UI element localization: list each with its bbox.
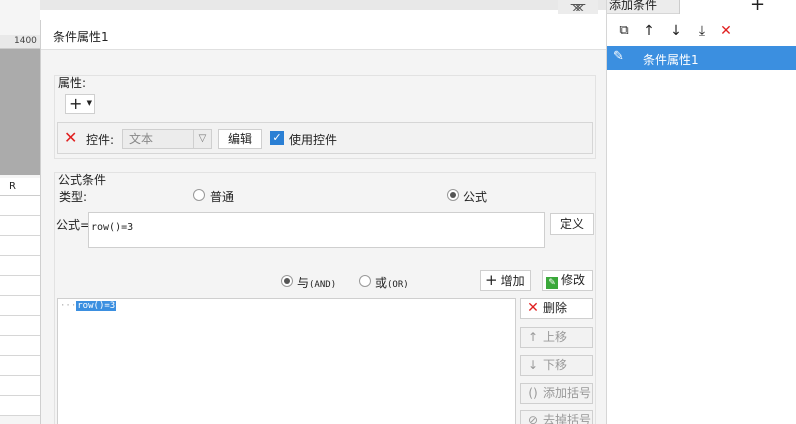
formula-input[interactable]: row()=3 [88, 212, 545, 248]
move-to-bottom-icon[interactable]: ⤓ [693, 22, 711, 40]
delete-label: 删除 [543, 301, 568, 315]
arrow-down-icon: ↓ [527, 358, 539, 372]
grid-row[interactable] [0, 316, 40, 336]
gray-canvas [0, 49, 40, 175]
edit-button[interactable]: 编辑 [218, 129, 262, 149]
type-formula-label[interactable]: 公式 [463, 188, 487, 205]
chevron-down-icon: ▽ [193, 130, 211, 148]
add-condition-button[interactable]: + 增加 [480, 270, 531, 291]
formula-label: 公式= [56, 218, 91, 232]
modify-condition-label: 修改 [561, 273, 586, 287]
right-panel-header: 添加条件 + [607, 0, 796, 15]
add-condition-tab[interactable]: + [679, 0, 796, 15]
close-icon: ✕ [527, 300, 539, 316]
condition-property-dialog: 条件属性1 属性: + ▼ ✕ 控件: 文本 ▽ 编辑 ✓ 使用控件 公式条件 … [40, 20, 607, 424]
and-label[interactable]: 与(AND) [297, 274, 336, 291]
remove-parenthesis-label: 去掉括号 [543, 413, 592, 424]
use-control-label[interactable]: 使用控件 [289, 131, 337, 148]
grid-row[interactable] [0, 216, 40, 236]
modify-condition-button[interactable]: ✎ 修改 [542, 270, 593, 291]
chevron-down-icon: ▼ [86, 99, 92, 107]
column-header-label: R [9, 181, 16, 192]
arrow-up-icon[interactable]: ↑ [640, 22, 658, 40]
grid-row[interactable] [0, 336, 40, 356]
arrow-up-icon: ↑ [527, 330, 539, 344]
type-normal-label[interactable]: 普通 [210, 188, 234, 205]
grid-icon[interactable]: ᚘ [558, 0, 598, 14]
add-parenthesis-label: 添加括号 [543, 386, 592, 400]
control-label: 控件: [86, 133, 115, 147]
add-condition-label: 增加 [500, 274, 525, 288]
type-normal-radio[interactable] [193, 189, 205, 201]
or-text: 或 [375, 276, 388, 290]
or-suffix: (OR) [387, 280, 409, 290]
grid-row[interactable] [0, 296, 40, 316]
ruler: 1400 [0, 35, 40, 49]
type-formula-radio[interactable] [447, 189, 459, 201]
dialog-title-bar: 条件属性1 [41, 20, 607, 50]
formula-group-legend: 公式条件 [58, 173, 107, 187]
arrow-down-icon[interactable]: ↓ [667, 22, 685, 40]
grid-row[interactable] [0, 276, 40, 296]
move-down-label: 下移 [543, 358, 568, 372]
control-type-value: 文本 [129, 132, 154, 146]
property-group-legend: 属性: [58, 76, 87, 90]
delete-button[interactable]: ✕ 删除 [520, 298, 593, 319]
grid-row[interactable] [0, 376, 40, 396]
right-toolbar: ⧉ ↑ ↓ ⤓ ✕ [607, 22, 796, 42]
grid-row[interactable] [0, 256, 40, 276]
control-property-row: ✕ 控件: 文本 ▽ 编辑 ✓ 使用控件 [57, 122, 593, 154]
add-property-button[interactable]: + ▼ [65, 94, 95, 114]
use-control-checkbox[interactable]: ✓ [270, 131, 284, 145]
or-radio[interactable] [359, 275, 371, 287]
sidebar-item-label: 条件属性1 [643, 53, 699, 67]
grid-row[interactable] [0, 196, 40, 216]
column-header[interactable]: R [0, 178, 40, 196]
modify-icon: ✎ [546, 277, 558, 289]
condition-list[interactable]: ···row()=3 [57, 298, 516, 424]
close-icon[interactable]: ✕ [717, 22, 735, 40]
ruler-value: 1400 [14, 36, 37, 46]
grid-row[interactable] [0, 356, 40, 376]
property-group: 属性: + ▼ ✕ 控件: 文本 ▽ 编辑 ✓ 使用控件 [54, 75, 596, 159]
copy-icon[interactable]: ⧉ [615, 22, 633, 40]
pencil-icon: ✎ [613, 49, 624, 64]
grid-row[interactable] [0, 236, 40, 256]
sidebar-item-condition[interactable]: ✎ 条件属性1 [607, 46, 796, 70]
control-type-select[interactable]: 文本 ▽ [122, 129, 212, 149]
grid-row[interactable] [0, 396, 40, 416]
type-label: 类型: [59, 190, 88, 204]
move-down-button[interactable]: ↓ 下移 [520, 355, 593, 376]
define-button[interactable]: 定义 [550, 213, 594, 235]
and-text: 与 [297, 276, 310, 290]
tree-connector: ··· [60, 301, 77, 311]
condition-list-panel: 添加条件 + ⧉ ↑ ↓ ⤓ ✕ ✎ 条件属性1 [606, 0, 796, 424]
plus-icon: + [750, 0, 766, 15]
remove-parenthesis-button[interactable]: ⊘ 去掉括号 [520, 410, 593, 424]
formula-condition-group: 公式条件 类型: 普通 公式 公式= row()=3 定义 与(AND) 或(O… [54, 172, 596, 424]
or-label[interactable]: 或(OR) [375, 274, 409, 291]
plus-icon: + [485, 271, 498, 289]
parenthesis-icon: () [528, 386, 538, 400]
condition-item-text: row()=3 [76, 301, 117, 311]
dialog-title: 条件属性1 [53, 30, 109, 44]
and-suffix: (AND) [309, 280, 337, 290]
add-parenthesis-button[interactable]: () 添加括号 [520, 383, 593, 404]
add-condition-title: 添加条件 [609, 0, 658, 12]
close-icon[interactable]: ✕ [64, 130, 80, 146]
list-item[interactable]: ···row()=3 [60, 301, 117, 311]
plus-icon: + [69, 94, 83, 113]
move-up-button[interactable]: ↑ 上移 [520, 327, 593, 348]
remove-parenthesis-icon: ⊘ [527, 413, 539, 424]
and-radio[interactable] [281, 275, 293, 287]
move-up-label: 上移 [543, 330, 568, 344]
